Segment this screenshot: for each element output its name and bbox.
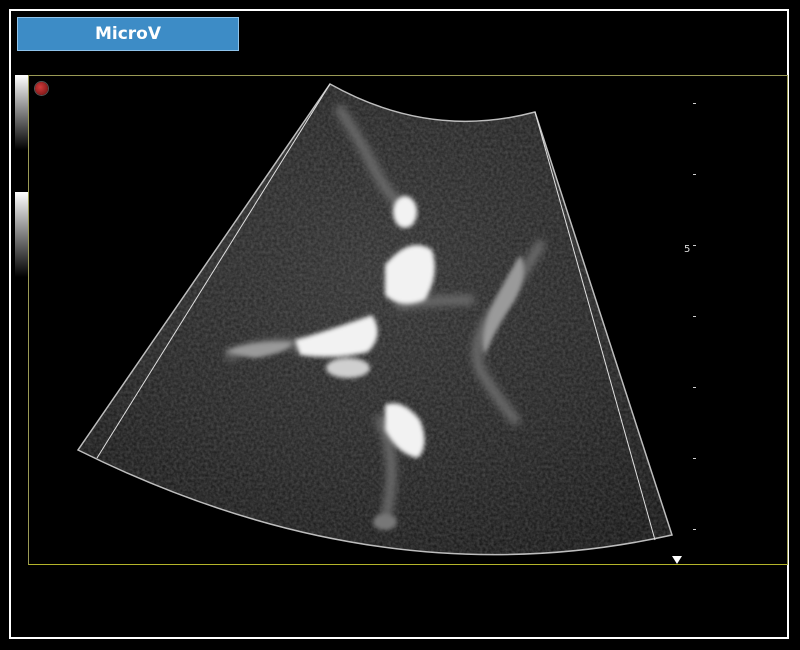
ultrasound-sector-image — [76, 83, 696, 556]
depth-scale-label: 5 — [684, 244, 691, 255]
focus-marker-icon[interactable] — [672, 556, 682, 564]
depth-ticks — [693, 103, 696, 530]
